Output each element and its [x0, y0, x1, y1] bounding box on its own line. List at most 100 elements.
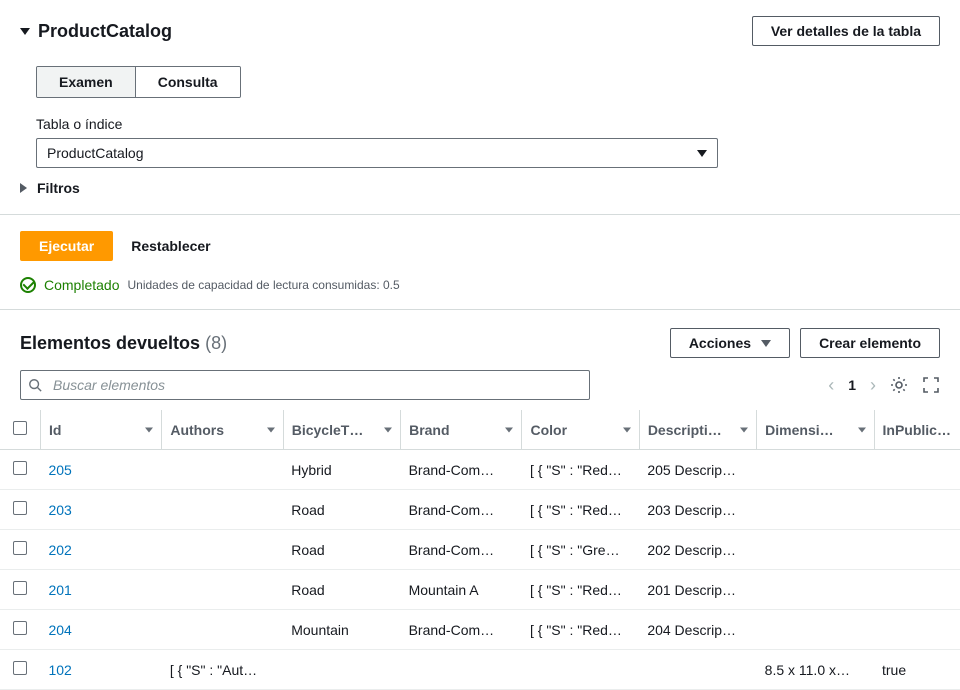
gear-icon — [890, 376, 908, 394]
col-authors[interactable]: Authors — [170, 422, 224, 438]
fullscreen-icon — [922, 376, 940, 394]
dropdown-icon — [697, 150, 707, 157]
id-link[interactable]: 204 — [48, 622, 71, 638]
table-row: 102 [ { "S" : "Aut… 8.5 x 11.0 x…true — [0, 650, 960, 690]
row-checkbox[interactable] — [13, 461, 27, 475]
cell-bicycle-type: Mountain — [283, 610, 400, 650]
cell-inpublication — [874, 610, 960, 650]
cell-authors — [162, 450, 283, 490]
scan-query-tabs: Examen Consulta — [36, 66, 241, 98]
cell-authors — [162, 490, 283, 530]
row-checkbox[interactable] — [13, 621, 27, 635]
col-color[interactable]: Color — [530, 422, 567, 438]
reset-button[interactable]: Restablecer — [131, 238, 210, 254]
cell-inpublication — [874, 530, 960, 570]
page-title: ProductCatalog — [38, 21, 172, 42]
search-icon — [28, 378, 42, 392]
cell-bicycle-type — [283, 650, 400, 690]
cell-inpublication: true — [874, 650, 960, 690]
success-icon — [20, 277, 36, 293]
table-row: 204MountainBrand-Com…[ { "S" : "Red…204 … — [0, 610, 960, 650]
cell-color: [ { "S" : "Red… — [522, 570, 639, 610]
view-table-details-button[interactable]: Ver detalles de la tabla — [752, 16, 940, 46]
cell-color — [522, 650, 639, 690]
cell-brand: Mountain A — [401, 570, 522, 610]
index-select[interactable]: ProductCatalog — [36, 138, 718, 168]
id-link[interactable]: 102 — [48, 662, 71, 678]
sort-icon[interactable] — [740, 427, 748, 432]
cell-authors — [162, 570, 283, 610]
cell-description: 203 Descrip… — [639, 490, 756, 530]
index-select-value: ProductCatalog — [47, 145, 144, 161]
sort-icon[interactable] — [267, 427, 275, 432]
col-bicycle-type[interactable]: BicycleT… — [292, 422, 364, 438]
capacity-consumed-text: Unidades de capacidad de lectura consumi… — [128, 278, 400, 292]
row-checkbox[interactable] — [13, 581, 27, 595]
cell-dimensions: 8.5 x 11.0 x… — [757, 650, 874, 690]
cell-description: 205 Descrip… — [639, 450, 756, 490]
table-row: 201RoadMountain A[ { "S" : "Red…201 Desc… — [0, 570, 960, 610]
cell-brand: Brand-Com… — [401, 450, 522, 490]
cell-brand: Brand-Com… — [401, 610, 522, 650]
cell-authors — [162, 610, 283, 650]
id-link[interactable]: 205 — [48, 462, 71, 478]
page-number: 1 — [848, 377, 856, 393]
index-label: Tabla o índice — [36, 116, 924, 132]
search-input[interactable] — [20, 370, 590, 400]
cell-color: [ { "S" : "Red… — [522, 450, 639, 490]
cell-inpublication — [874, 490, 960, 530]
col-dimensions[interactable]: Dimensi… — [765, 422, 833, 438]
status-text: Completado — [44, 277, 120, 293]
execute-button[interactable]: Ejecutar — [20, 231, 113, 261]
cell-dimensions — [757, 570, 874, 610]
collapse-toggle-icon[interactable] — [20, 28, 30, 35]
cell-bicycle-type: Road — [283, 490, 400, 530]
sort-icon[interactable] — [145, 427, 153, 432]
table-row: 205 HybridBrand-Com…[ { "S" : "Red…205 De… — [0, 450, 960, 490]
col-description[interactable]: Descripti… — [648, 422, 722, 438]
cell-brand: Brand-Com… — [401, 490, 522, 530]
cell-bicycle-type: Hybrid — [283, 450, 400, 490]
table-row: 202RoadBrand-Com…[ { "S" : "Gre…202 Desc… — [0, 530, 960, 570]
results-title: Elementos devueltos — [20, 333, 200, 353]
sort-icon[interactable] — [505, 427, 513, 432]
tab-consulta[interactable]: Consulta — [135, 67, 240, 97]
id-link[interactable]: 202 — [48, 542, 71, 558]
cell-authors: [ { "S" : "Aut… — [162, 650, 283, 690]
cell-brand — [401, 650, 522, 690]
col-brand[interactable]: Brand — [409, 422, 449, 438]
cell-dimensions — [757, 450, 874, 490]
cell-inpublication — [874, 570, 960, 610]
cell-dimensions — [757, 610, 874, 650]
row-checkbox[interactable] — [13, 501, 27, 515]
cell-description: 202 Descrip… — [639, 530, 756, 570]
cell-dimensions — [757, 530, 874, 570]
sort-icon[interactable] — [384, 427, 392, 432]
results-count: (8) — [205, 333, 227, 353]
create-item-button[interactable]: Crear elemento — [800, 328, 940, 358]
id-link[interactable]: 203 — [48, 502, 71, 518]
row-checkbox[interactable] — [13, 541, 27, 555]
table-row: 203RoadBrand-Com…[ { "S" : "Red…203 Desc… — [0, 490, 960, 530]
col-inpublication[interactable]: InPublic… — [883, 422, 951, 438]
page-next-button[interactable]: › — [870, 375, 876, 396]
sort-icon[interactable] — [623, 427, 631, 432]
cell-description — [639, 650, 756, 690]
actions-dropdown-button[interactable]: Acciones — [670, 328, 790, 358]
cell-dimensions — [757, 490, 874, 530]
sort-icon[interactable] — [858, 427, 866, 432]
col-id[interactable]: Id — [49, 422, 61, 438]
fullscreen-button[interactable] — [922, 376, 940, 394]
cell-inpublication — [874, 450, 960, 490]
id-link[interactable]: 201 — [48, 582, 71, 598]
cell-authors — [162, 530, 283, 570]
filters-expand-icon[interactable] — [20, 183, 27, 193]
filters-label[interactable]: Filtros — [37, 180, 80, 196]
cell-bicycle-type: Road — [283, 570, 400, 610]
select-all-checkbox[interactable] — [13, 421, 27, 435]
cell-bicycle-type: Road — [283, 530, 400, 570]
tab-examen[interactable]: Examen — [37, 67, 135, 97]
settings-button[interactable] — [890, 376, 908, 394]
actions-dropdown-label: Acciones — [689, 335, 751, 351]
page-prev-button[interactable]: ‹ — [828, 375, 834, 396]
